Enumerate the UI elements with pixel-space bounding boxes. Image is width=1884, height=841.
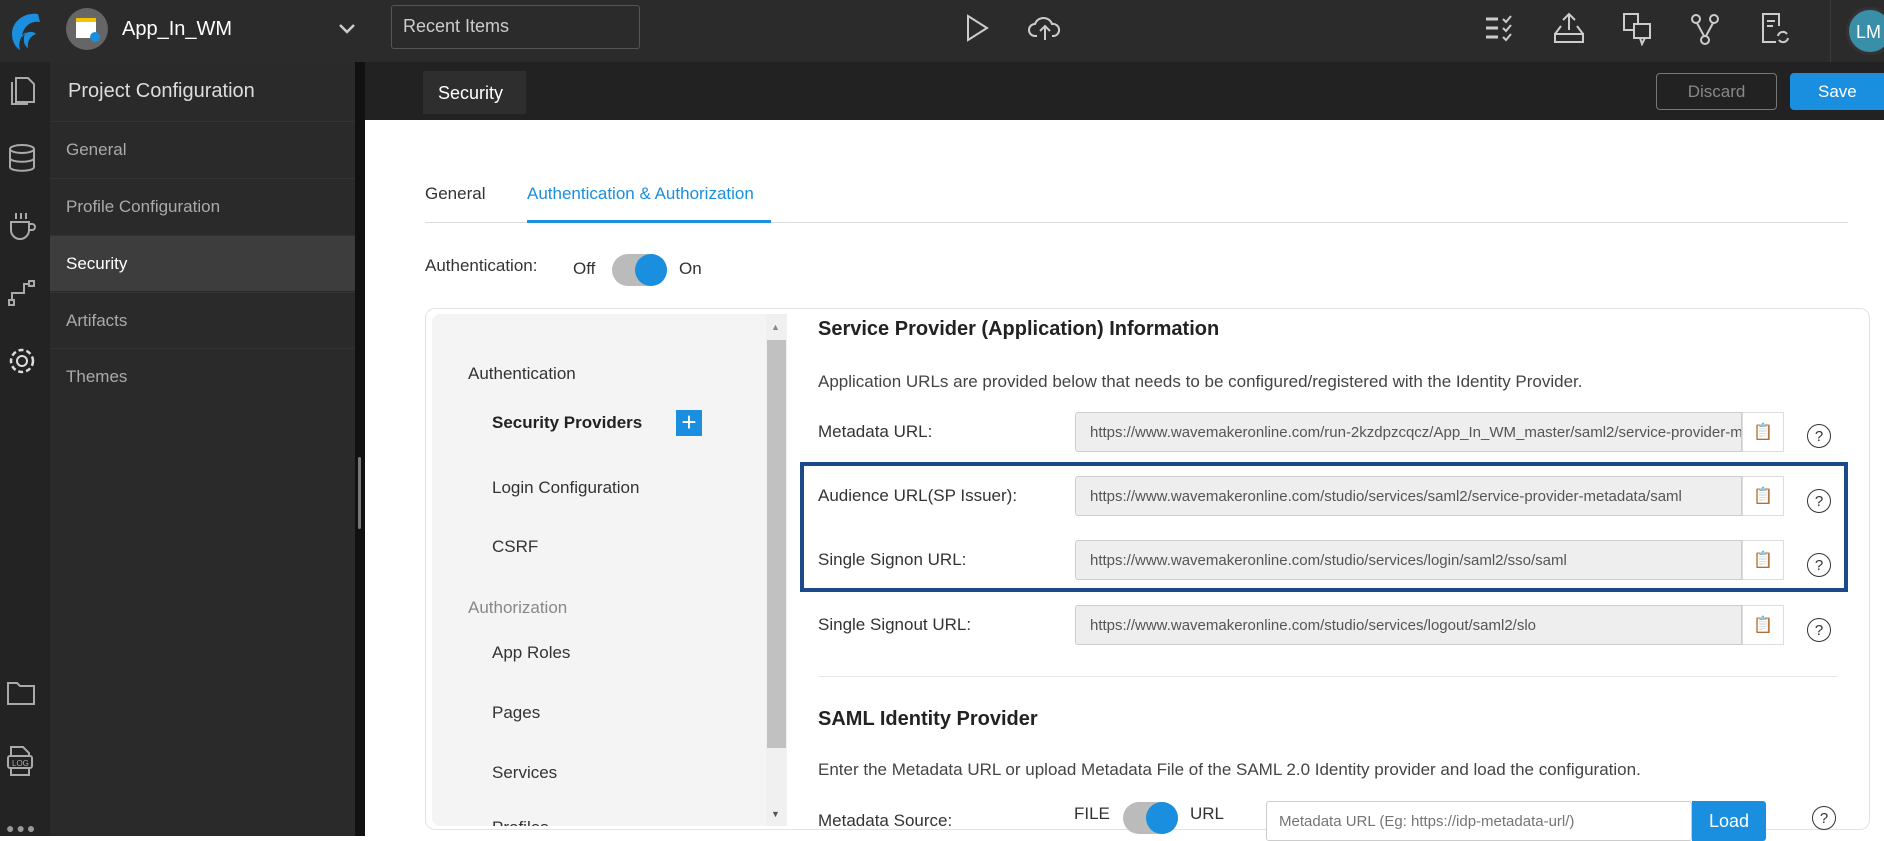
app-name[interactable]: App_In_WM <box>122 18 232 41</box>
copy-signon-url-button[interactable]: 📋 <box>1742 540 1784 580</box>
add-provider-button[interactable]: + <box>676 409 702 436</box>
play-icon[interactable] <box>964 13 990 43</box>
save-button[interactable]: Save <box>1790 73 1884 110</box>
single-signout-url-label: Single Signout URL: <box>818 615 972 634</box>
nav-security-providers[interactable]: Security Providers <box>492 413 642 433</box>
nav-scrollbar[interactable]: ▲ ▼ <box>766 314 787 826</box>
svg-text:LOG: LOG <box>12 759 29 768</box>
translate-icon[interactable] <box>1622 12 1654 46</box>
workflow-icon[interactable] <box>7 278 37 308</box>
metadata-url-input[interactable] <box>1266 801 1692 841</box>
audience-url-field[interactable]: https://www.wavemakeronline.com/studio/s… <box>1075 476 1742 516</box>
nav-authorization[interactable]: Authorization <box>468 598 567 618</box>
app-icon[interactable] <box>66 8 108 50</box>
nav-authentication[interactable]: Authentication <box>468 364 576 384</box>
panel-resizer[interactable] <box>355 62 365 836</box>
discard-button[interactable]: Discard <box>1656 73 1777 110</box>
help-icon[interactable]: ? <box>1807 553 1831 577</box>
sidebar-item-label: Profile Configuration <box>66 196 221 216</box>
metadata-url-field[interactable]: https://www.wavemakeronline.com/run-2kzd… <box>1075 412 1742 452</box>
tab-authentication-authorization[interactable]: Authentication & Authorization <box>527 184 754 204</box>
copy-audience-url-button[interactable]: 📋 <box>1742 476 1784 516</box>
nav-pages[interactable]: Pages <box>492 703 540 723</box>
toggle-on-label: On <box>679 259 702 278</box>
sidebar-item-artifacts[interactable]: Artifacts <box>50 292 355 348</box>
divider <box>1830 0 1831 62</box>
copy-signout-url-button[interactable]: 📋 <box>1742 605 1784 645</box>
folder-icon[interactable] <box>6 680 36 706</box>
database-icon[interactable] <box>7 143 37 173</box>
sidebar-item-label: General <box>66 139 127 159</box>
sidebar-item-label: Security <box>66 253 128 273</box>
sidebar-item-general[interactable]: General <box>50 121 355 177</box>
top-bar <box>0 0 1884 62</box>
nav-profiles-clip: Profiles <box>492 818 549 826</box>
icon-rail <box>0 62 50 836</box>
authentication-label: Authentication: <box>425 256 538 275</box>
toggle-off-label: Off <box>573 259 596 278</box>
metadata-source-label: Metadata Source: <box>818 811 953 830</box>
section-divider <box>818 676 1838 677</box>
git-branch-icon[interactable] <box>1690 12 1720 46</box>
single-signon-url-field[interactable]: https://www.wavemakeronline.com/studio/s… <box>1075 540 1742 580</box>
chevron-down-icon[interactable] <box>337 22 357 36</box>
sidebar-item-profile-configuration[interactable]: Profile Configuration <box>50 178 355 234</box>
coffee-icon[interactable] <box>7 210 37 240</box>
sp-description: Application URLs are provided below that… <box>818 372 1583 391</box>
help-icon[interactable]: ? <box>1807 424 1831 448</box>
metadata-url-label: Metadata URL: <box>818 422 933 441</box>
clipboard-icon: 📋 <box>1753 488 1773 505</box>
document-refresh-icon[interactable] <box>1760 12 1790 46</box>
gear-icon[interactable] <box>7 346 37 376</box>
authentication-toggle[interactable] <box>612 254 667 286</box>
help-icon[interactable]: ? <box>1807 618 1831 642</box>
help-icon[interactable]: ? <box>1812 806 1836 830</box>
tab-security[interactable]: Security <box>423 71 526 114</box>
wavemaker-logo-icon[interactable] <box>8 10 46 50</box>
recent-items-dropdown[interactable]: Recent Items <box>391 5 640 49</box>
more-icon[interactable]: ●●● <box>6 820 37 836</box>
clipboard-icon: 📋 <box>1753 617 1773 634</box>
sidebar-item-security[interactable]: Security <box>50 235 355 291</box>
log-icon[interactable]: LOG <box>6 745 34 777</box>
pages-icon[interactable] <box>8 76 36 106</box>
nav-app-roles[interactable]: App Roles <box>492 643 570 663</box>
audience-url-label: Audience URL(SP Issuer): <box>818 486 1018 505</box>
sidebar-item-label: Themes <box>66 366 128 386</box>
copy-metadata-url-button[interactable]: 📋 <box>1742 412 1784 452</box>
metadata-source-toggle[interactable] <box>1123 802 1178 834</box>
cloud-upload-icon[interactable] <box>1028 13 1062 43</box>
nav-csrf[interactable]: CSRF <box>492 537 538 557</box>
sp-heading: Service Provider (Application) Informati… <box>818 318 1220 340</box>
nav-profiles[interactable]: Profiles <box>492 818 549 826</box>
nav-login-configuration[interactable]: Login Configuration <box>492 478 639 498</box>
nav-services[interactable]: Services <box>492 763 557 783</box>
checklist-icon[interactable] <box>1484 14 1514 42</box>
settings-nav <box>432 314 766 826</box>
clipboard-icon: 📋 <box>1753 552 1773 569</box>
sidebar-title: Project Configuration <box>68 80 255 102</box>
idp-heading: SAML Identity Provider <box>818 708 1038 730</box>
load-button[interactable]: Load <box>1692 801 1766 841</box>
export-icon[interactable] <box>1553 12 1585 44</box>
tab-general[interactable]: General <box>425 184 485 204</box>
source-file-label: FILE <box>1074 804 1110 823</box>
source-url-label: URL <box>1190 804 1225 823</box>
sidebar-item-label: Artifacts <box>66 310 128 330</box>
single-signout-url-field[interactable]: https://www.wavemakeronline.com/studio/s… <box>1075 605 1742 645</box>
active-tab-underline <box>527 220 771 223</box>
help-icon[interactable]: ? <box>1807 489 1831 513</box>
idp-description: Enter the Metadata URL or upload Metadat… <box>818 760 1641 779</box>
clipboard-icon: 📋 <box>1753 424 1773 441</box>
sidebar-item-themes[interactable]: Themes <box>50 348 355 404</box>
single-signon-url-label: Single Signon URL: <box>818 550 967 569</box>
